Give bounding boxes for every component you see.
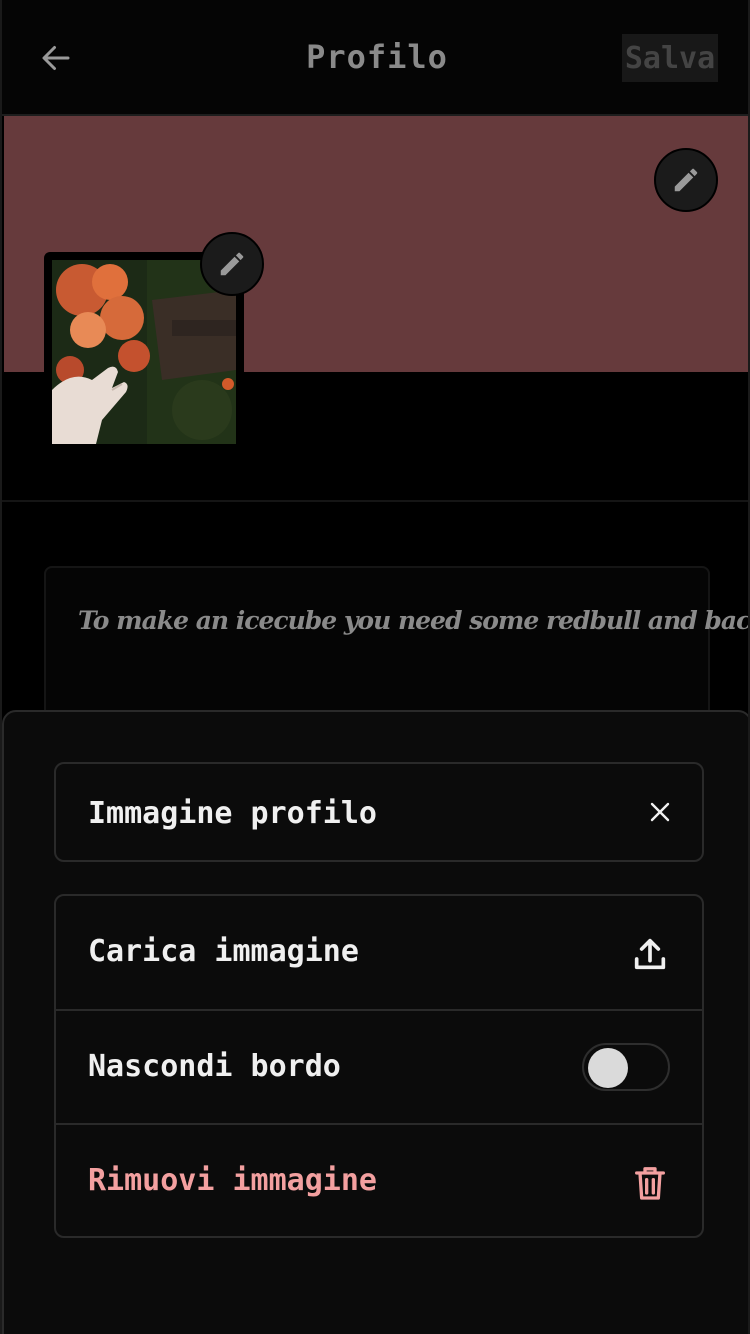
hide-border-option[interactable]: Nascondi bordo <box>56 1009 702 1123</box>
close-icon <box>650 802 670 822</box>
pencil-icon <box>674 168 698 192</box>
bio-text: To make an icecube you need some redbull… <box>78 606 750 635</box>
upload-icon <box>634 938 666 970</box>
sheet-options: Carica immagine Nascondi bordo Rimuovi i… <box>54 894 704 1238</box>
sheet-header: Immagine profilo <box>54 762 704 862</box>
save-button[interactable]: Salva <box>622 34 718 82</box>
remove-image-option[interactable]: Rimuovi immagine <box>56 1123 702 1236</box>
profile-screen: Profilo Salva To make an icecube you nee… <box>0 0 750 1334</box>
trash-icon <box>635 1167 665 1200</box>
toggle-knob <box>588 1048 628 1088</box>
option-label: Carica immagine <box>88 934 359 969</box>
divider <box>2 500 748 502</box>
close-button[interactable] <box>642 794 678 830</box>
avatar-photo <box>52 260 236 444</box>
edit-avatar-button[interactable] <box>200 232 264 296</box>
avatar[interactable] <box>52 260 236 444</box>
option-label: Rimuovi immagine <box>88 1163 377 1198</box>
pencil-icon <box>220 252 244 276</box>
top-bar: Profilo Salva <box>2 0 748 116</box>
sheet-title: Immagine profilo <box>88 796 377 831</box>
option-label: Nascondi bordo <box>88 1049 341 1084</box>
profile-image-sheet: Immagine profilo Carica immagine Nascond… <box>2 710 748 1334</box>
upload-image-option[interactable]: Carica immagine <box>56 896 702 1010</box>
hide-border-toggle[interactable] <box>582 1043 670 1091</box>
edit-banner-button[interactable] <box>654 148 718 212</box>
